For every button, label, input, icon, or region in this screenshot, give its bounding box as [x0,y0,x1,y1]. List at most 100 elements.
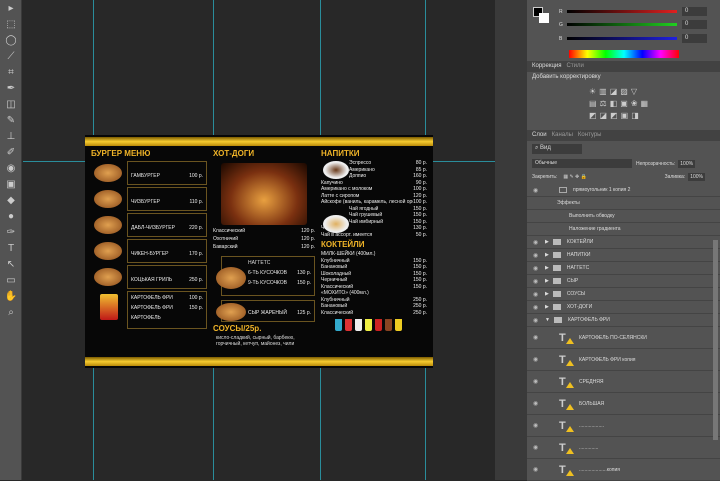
layer-name: КАРТОФЕЛЬ ПО-СЕЛЯНСКИ [579,334,647,341]
layer-row[interactable]: Эффекты [527,197,720,210]
item-name: 9-ТЬ КУСОЧКОВ [248,280,288,286]
glass-icon [345,319,352,331]
layer-row[interactable]: ◉ T ....................копия [527,459,720,481]
layer-row[interactable]: Выполнить обводку [527,210,720,223]
r-label: R [559,9,563,15]
blue-value[interactable]: 0 [682,34,707,43]
layer-row[interactable]: ◉ T.................. [527,415,720,437]
eye-icon[interactable]: ◉ [533,291,545,298]
eyedropper-tool-icon[interactable]: ✒ [4,83,18,95]
item-price: 130 р. [297,270,311,276]
eye-icon[interactable]: ◉ [533,422,545,429]
eye-icon[interactable]: ◉ [533,378,545,385]
expand-arrow-icon[interactable]: ▶ [545,278,549,284]
layer-row[interactable]: ◉ ▶ СЫР [527,275,720,288]
layer-row[interactable]: ◉ прямоугольник 1 копия 2 [527,184,720,197]
item-row: 6-ТЬ КУСОЧКОВ 130 р. [248,270,311,276]
background-color-swatch[interactable] [539,13,549,23]
stamp-tool-icon[interactable]: ⊥ [4,131,18,143]
red-slider[interactable] [567,10,677,13]
color-spectrum[interactable] [569,50,679,58]
glass-icon [335,319,342,331]
expand-arrow-icon[interactable]: ▼ [545,317,550,323]
gradient-tool-icon[interactable]: ▣ [4,179,18,191]
healing-tool-icon[interactable]: ◫ [4,99,18,111]
move-tool-icon[interactable]: ▸ [4,3,18,15]
pen-tool-icon[interactable]: ✑ [4,227,18,239]
folder-icon [552,265,561,271]
item-name: ЧИЗБУРГЕР [131,199,161,205]
layer-row[interactable]: ◉ ▼ КАРТОФЕЛЬ ФРИ [527,314,720,327]
eye-icon[interactable]: ◉ [533,252,545,259]
layer-name: прямоугольник 1 копия 2 [573,187,631,193]
layer-row[interactable]: ◉ T КАРТОФЕЛЬ ПО-СЕЛЯНСКИ [527,327,720,349]
expand-arrow-icon[interactable]: ▶ [545,265,549,271]
adjustment-icons[interactable]: ☀▥◪▨▽ ▤⚖◧▣❀▦ ◩◪◩▣◨ [589,86,659,122]
layer-row[interactable]: ◉ T.............. [527,437,720,459]
expand-arrow-icon[interactable]: ▶ [545,239,549,245]
blend-mode-select[interactable]: Обычные [532,159,632,168]
history-brush-tool-icon[interactable]: ✐ [4,147,18,159]
layer-row[interactable]: ◉ T КАРТОФЕЛЬ ФРИ копия [527,349,720,371]
eye-icon[interactable]: ◉ [533,239,545,246]
opacity-input[interactable]: 100% [678,159,696,168]
crop-tool-icon[interactable]: ⌗ [4,67,18,79]
brush-tool-icon[interactable]: ✎ [4,115,18,127]
eye-icon[interactable]: ◉ [533,317,545,324]
path-select-tool-icon[interactable]: ↖ [4,259,18,271]
eye-icon[interactable]: ◉ [533,444,545,451]
tab-layers[interactable]: Слои [532,132,547,138]
blue-slider[interactable] [567,37,677,40]
layers-scrollbar[interactable] [713,240,718,440]
blur-tool-icon[interactable]: ◆ [4,195,18,207]
marquee-tool-icon[interactable]: ⬚ [4,19,18,31]
layer-row[interactable]: ◉ ▶ ХОТ-ДОГИ [527,301,720,314]
expand-arrow-icon[interactable]: ▶ [545,252,549,258]
eye-icon[interactable]: ◉ [533,400,545,407]
quick-select-tool-icon[interactable]: ⟋ [4,51,18,63]
fill-input[interactable]: 100% [688,173,705,181]
menu-document: БУРГЕР МЕНЮ ГАМБУРГЕР 100 р. ЧИЗБУРГЕР 110 … [85,135,433,368]
lock-icons[interactable]: ▦ ✎ ✥ 🔒 [563,174,587,180]
zoom-tool-icon[interactable]: ⌕ [4,307,18,319]
glass-icon [375,319,382,331]
eye-icon[interactable]: ◉ [533,304,545,311]
red-value[interactable]: 0 [682,7,707,16]
layer-row[interactable]: ◉ T СРЕДНЯЯ [527,371,720,393]
layer-name: СЫР [566,278,579,284]
eraser-tool-icon[interactable]: ◉ [4,163,18,175]
document-canvas[interactable]: БУРГЕР МЕНЮ ГАМБУРГЕР 100 р. ЧИЗБУРГЕР 110 … [23,0,495,480]
layer-row[interactable]: ◉ ▶ КОКТЕЙЛИ [527,236,720,249]
expand-arrow-icon[interactable]: ▶ [545,304,549,310]
expand-arrow-icon[interactable]: ▶ [545,291,549,297]
burger-title: БУРГЕР МЕНЮ [91,149,151,158]
layer-row[interactable]: ◉ ▶ НАГГЕТС [527,262,720,275]
drinks-column: НАПИТКИ Эспрессо 80 р. Американо 85 р. Доппи… [321,149,427,354]
shape-tool-icon[interactable]: ▭ [4,275,18,287]
eye-icon[interactable]: ◉ [533,466,545,473]
eye-icon[interactable]: ◉ [533,356,545,363]
tab-styles[interactable]: Стили [567,63,584,69]
layer-row[interactable]: ◉ ▶ НАПИТКИ [527,249,720,262]
fries-photo [100,294,118,320]
type-tool-icon[interactable]: T [4,243,18,255]
layer-filter-select[interactable]: ⌕ Вид [532,144,582,154]
green-value[interactable]: 0 [682,20,707,29]
hand-tool-icon[interactable]: ✋ [4,291,18,303]
layer-row[interactable]: Наложение градиента [527,223,720,236]
tab-corrections[interactable]: Коррекция [532,63,562,69]
green-slider[interactable] [567,23,677,26]
layer-row[interactable]: ◉ ▶ СОУСЫ [527,288,720,301]
layer-row[interactable]: ◉ T БОЛЬШАЯ [527,393,720,415]
eye-icon[interactable]: ◉ [533,187,545,194]
tab-channels[interactable]: Каналы [552,132,573,138]
eye-icon[interactable]: ◉ [533,278,545,285]
item-name: ГАМБУРГЕР [131,173,160,179]
item-price: 120 р. [301,244,315,250]
eye-icon[interactable]: ◉ [533,334,545,341]
dodge-tool-icon[interactable]: ● [4,211,18,223]
lasso-tool-icon[interactable]: ◯ [4,35,18,47]
tab-paths[interactable]: Контуры [578,132,602,138]
eye-icon[interactable]: ◉ [533,265,545,272]
sauces-title: СОУСЫ/25р. [213,324,262,333]
